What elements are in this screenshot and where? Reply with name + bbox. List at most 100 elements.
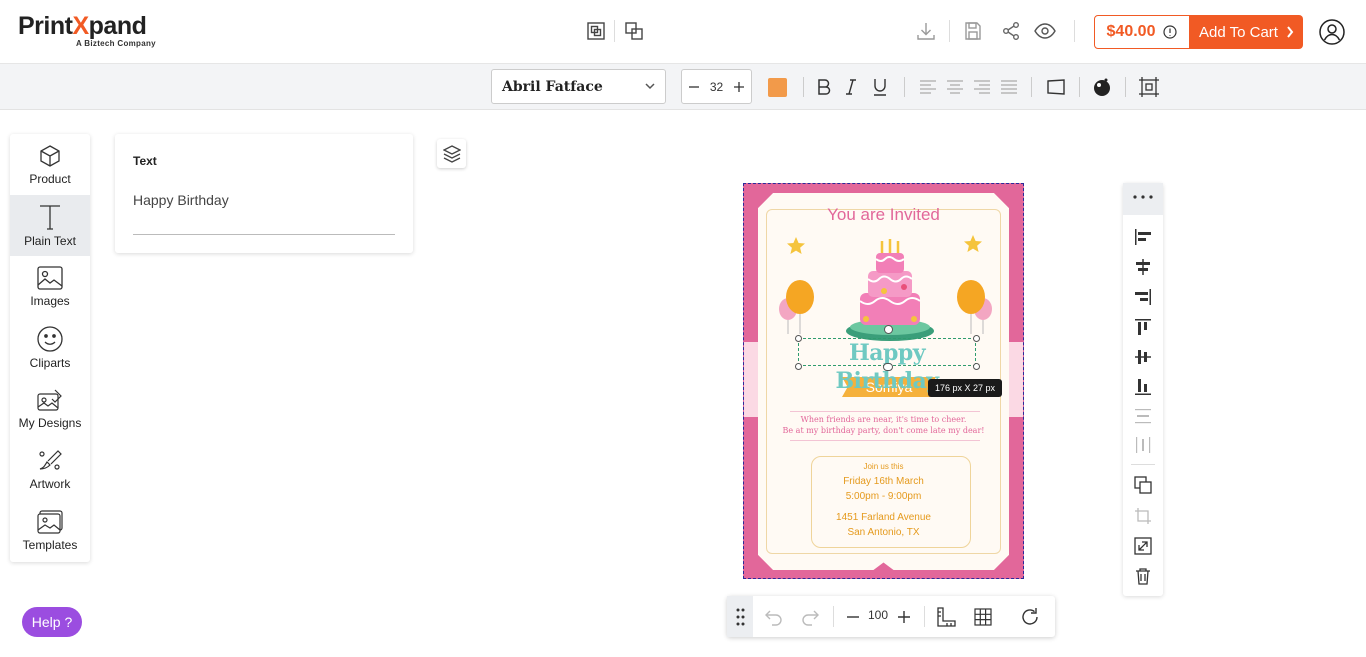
underline-icon[interactable] [869,76,891,98]
zoom-in-icon[interactable] [893,606,915,628]
event-time[interactable]: 5:00pm - 9:00pm [758,491,1009,502]
info-icon[interactable] [1163,25,1178,39]
balloons-icon[interactable] [776,275,818,335]
message-line-1[interactable]: When friends are near, it's time to chee… [758,415,1009,424]
font-size-value[interactable]: 32 [710,80,723,94]
sidebar-item-artwork[interactable]: Artwork [10,439,90,500]
font-family-select[interactable]: Abril Fatface [491,69,666,104]
text-input[interactable]: Happy Birthday [133,192,229,208]
redo-icon[interactable] [799,606,821,628]
price-display: $40.00 [1094,15,1190,49]
join-label[interactable]: Join us this [758,462,1009,471]
event-address-1[interactable]: 1451 Farland Avenue [758,512,1009,523]
message-line-2[interactable]: Be at my birthday party, don't come late… [758,426,1009,435]
reset-refresh-icon[interactable] [1019,606,1041,628]
sidebar-item-templates[interactable]: Templates [10,500,90,561]
align-vertical-center-icon[interactable] [1132,346,1154,368]
resize-expand-icon[interactable] [1132,535,1154,557]
sidebar-item-label: Artwork [29,476,71,491]
text-panel-title: Text [133,154,157,168]
align-horizontal-center-icon[interactable] [1132,256,1154,278]
divider [833,606,834,627]
sidebar-item-product[interactable]: Product [10,134,90,195]
rotate-handle[interactable] [884,325,893,334]
divider [803,77,804,97]
align-justify-icon[interactable] [998,76,1020,98]
delete-trash-icon[interactable] [1132,565,1154,587]
cube-icon [38,144,62,168]
sidebar-item-label: Cliparts [29,355,71,370]
preview-eye-icon[interactable] [1034,20,1056,42]
distribute-horizontal-icon[interactable] [1132,434,1154,456]
drag-handle[interactable] [727,596,753,637]
font-size-stepper[interactable]: 32 [681,69,752,104]
event-date[interactable]: Friday 16th March [758,476,1009,487]
help-button[interactable]: Help ? [22,607,82,637]
bold-icon[interactable] [813,76,835,98]
resize-handle[interactable] [795,363,802,370]
brand-logo[interactable]: PrintXpand A Biztech Company [18,12,156,48]
resize-handle[interactable] [973,363,980,370]
group-icon[interactable] [585,20,607,42]
templates-icon [37,509,63,534]
text-color-swatch[interactable] [768,78,787,97]
add-to-cart-button[interactable]: Add To Cart [1190,15,1303,49]
italic-icon[interactable] [840,76,862,98]
align-right-icon[interactable] [971,76,993,98]
grid-icon[interactable] [972,606,994,628]
artwork-icon [37,449,63,473]
duplicate-icon[interactable] [1132,474,1154,496]
align-bottom-edge-icon[interactable] [1132,376,1154,398]
drag-handle[interactable] [1123,183,1163,215]
event-address-2[interactable]: San Antonio, TX [758,527,1009,538]
save-icon[interactable] [962,20,984,42]
distribute-vertical-icon[interactable] [1132,405,1154,427]
header: PrintXpand A Biztech Company $40.00 Add … [0,0,1366,64]
balloons-icon[interactable] [953,275,995,335]
crop-icon[interactable] [1132,505,1154,527]
text-panel: Text Happy Birthday [115,134,413,253]
effects-icon[interactable] [1091,76,1113,98]
divider [949,20,950,42]
selected-text-happy-birthday[interactable]: Happy Birthday [798,338,976,394]
star-icon[interactable] [786,236,806,256]
divider [1131,464,1155,465]
sidebar-item-plain-text[interactable]: Plain Text [10,195,90,256]
sidebar-item-label: Templates [22,537,78,552]
star-icon[interactable] [963,234,983,254]
sidebar-item-cliparts[interactable]: Cliparts [10,317,90,378]
plus-icon[interactable] [733,81,745,93]
ungroup-icon[interactable] [623,20,645,42]
ruler-icon[interactable] [935,606,957,628]
zoom-out-icon[interactable] [842,606,864,628]
sidebar-item-images[interactable]: Images [10,256,90,317]
price-value: $40.00 [1106,23,1156,40]
sidebar-item-label: My Designs [18,415,82,430]
minus-icon[interactable] [688,81,700,93]
designs-icon [37,388,63,412]
user-account-icon[interactable] [1318,18,1346,46]
align-right-edge-icon[interactable] [1132,286,1154,308]
download-icon[interactable] [915,20,937,42]
divider [790,440,980,441]
align-top-edge-icon[interactable] [1132,316,1154,338]
layers-button[interactable] [437,139,466,168]
text-shape-icon[interactable] [1045,76,1067,98]
align-center-icon[interactable] [944,76,966,98]
share-icon[interactable] [1000,20,1022,42]
align-left-icon[interactable] [917,76,939,98]
align-left-edge-icon[interactable] [1132,226,1154,248]
divider [790,411,980,412]
drag-dots-icon [735,607,745,627]
image-icon [37,265,63,290]
tools-sidebar: Product Plain Text Images Cliparts My De… [10,134,90,562]
invite-title[interactable]: You are Invited [758,205,1009,225]
sidebar-item-my-designs[interactable]: My Designs [10,378,90,439]
undo-icon[interactable] [763,606,785,628]
divider [1074,20,1075,42]
fit-to-frame-icon[interactable] [1138,76,1160,98]
move-handle[interactable] [883,363,893,371]
resize-handle[interactable] [973,335,980,342]
resize-handle[interactable] [795,335,802,342]
divider [1079,77,1080,97]
